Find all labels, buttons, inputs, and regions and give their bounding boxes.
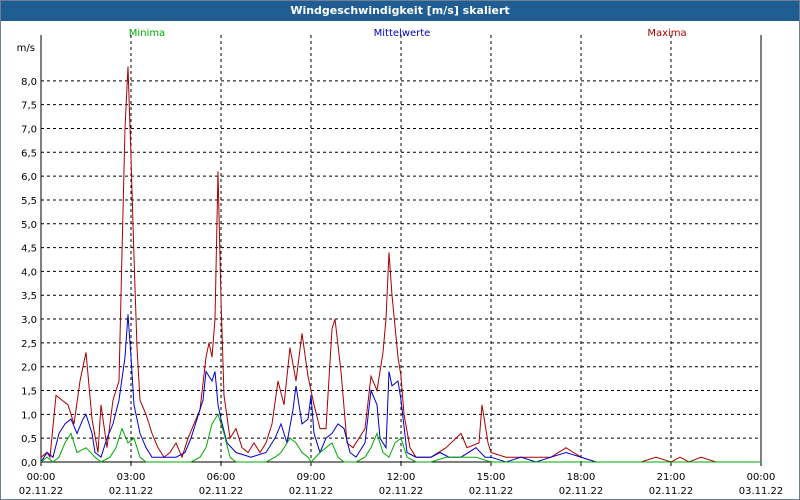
x-tick-time-label: 09:00: [297, 472, 326, 483]
y-tick-label: 4,0: [21, 267, 37, 278]
y-tick-label: 5,5: [21, 196, 37, 207]
y-tick-label: 5,0: [21, 220, 37, 231]
axis-labels: 0,0 0,5 1,0 1,5 2,0 2,5 3,0 3,5 4,0 4,5 5,0 5,5 6,0 6…: [17, 43, 784, 497]
x-tick-time-label: 00:00: [747, 472, 776, 483]
x-tick-date-label: 02.11.22: [559, 486, 604, 497]
x-tick-time-label: 21:00: [657, 472, 686, 483]
y-tick-label: 1,0: [21, 410, 37, 421]
y-tick-label: 4,5: [21, 244, 37, 255]
y-tick-label: 2,5: [21, 339, 37, 350]
x-tick-date-label: 03.11.22: [739, 486, 784, 497]
legend-entry-maxima: Maxima: [647, 28, 686, 39]
x-tick-date-label: 02.11.22: [19, 486, 64, 497]
legend-entry-minima: Minima: [129, 28, 165, 39]
x-tick-time-label: 00:00: [27, 472, 56, 483]
x-tick-time-label: 15:00: [477, 472, 506, 483]
chart-window: Windgeschwindigkeit [m/s] skaliert 0,0 0,…: [0, 0, 800, 500]
y-tick-label: 6,5: [21, 148, 37, 159]
y-tick-label: 7,5: [21, 101, 37, 112]
x-tick-date-label: 02.11.22: [649, 486, 694, 497]
wind-speed-chart: 0,0 0,5 1,0 1,5 2,0 2,5 3,0 3,5 4,0 4,5 5,0 5,5 6,0 6…: [17, 28, 784, 497]
x-tick-date-label: 02.11.22: [109, 486, 154, 497]
x-tick-time-label: 18:00: [567, 472, 596, 483]
y-tick-label: 1,5: [21, 387, 37, 398]
y-tick-label: 0,0: [21, 458, 37, 469]
y-axis-unit-label: m/s: [17, 43, 35, 54]
legend: Minima Mittelwerte Maxima: [129, 28, 687, 39]
x-tick-date-label: 02.11.22: [469, 486, 514, 497]
x-tick-date-label: 02.11.22: [199, 486, 244, 497]
x-tick-date-label: 02.11.22: [379, 486, 424, 497]
y-tick-label: 3,5: [21, 291, 37, 302]
y-tick-label: 3,0: [21, 315, 37, 326]
x-tick-date-label: 02.11.22: [289, 486, 334, 497]
chart-title: Windgeschwindigkeit [m/s] skaliert: [1, 1, 799, 21]
y-tick-label: 2,0: [21, 363, 37, 374]
x-tick-time-label: 12:00: [387, 472, 416, 483]
x-tick-time-label: 06:00: [207, 472, 236, 483]
y-tick-label: 8,0: [21, 77, 37, 88]
legend-entry-mittelwerte: Mittelwerte: [374, 28, 431, 39]
y-tick-label: 0,5: [21, 434, 37, 445]
y-tick-label: 7,0: [21, 124, 37, 135]
y-tick-label: 6,0: [21, 172, 37, 183]
x-tick-time-label: 03:00: [117, 472, 146, 483]
